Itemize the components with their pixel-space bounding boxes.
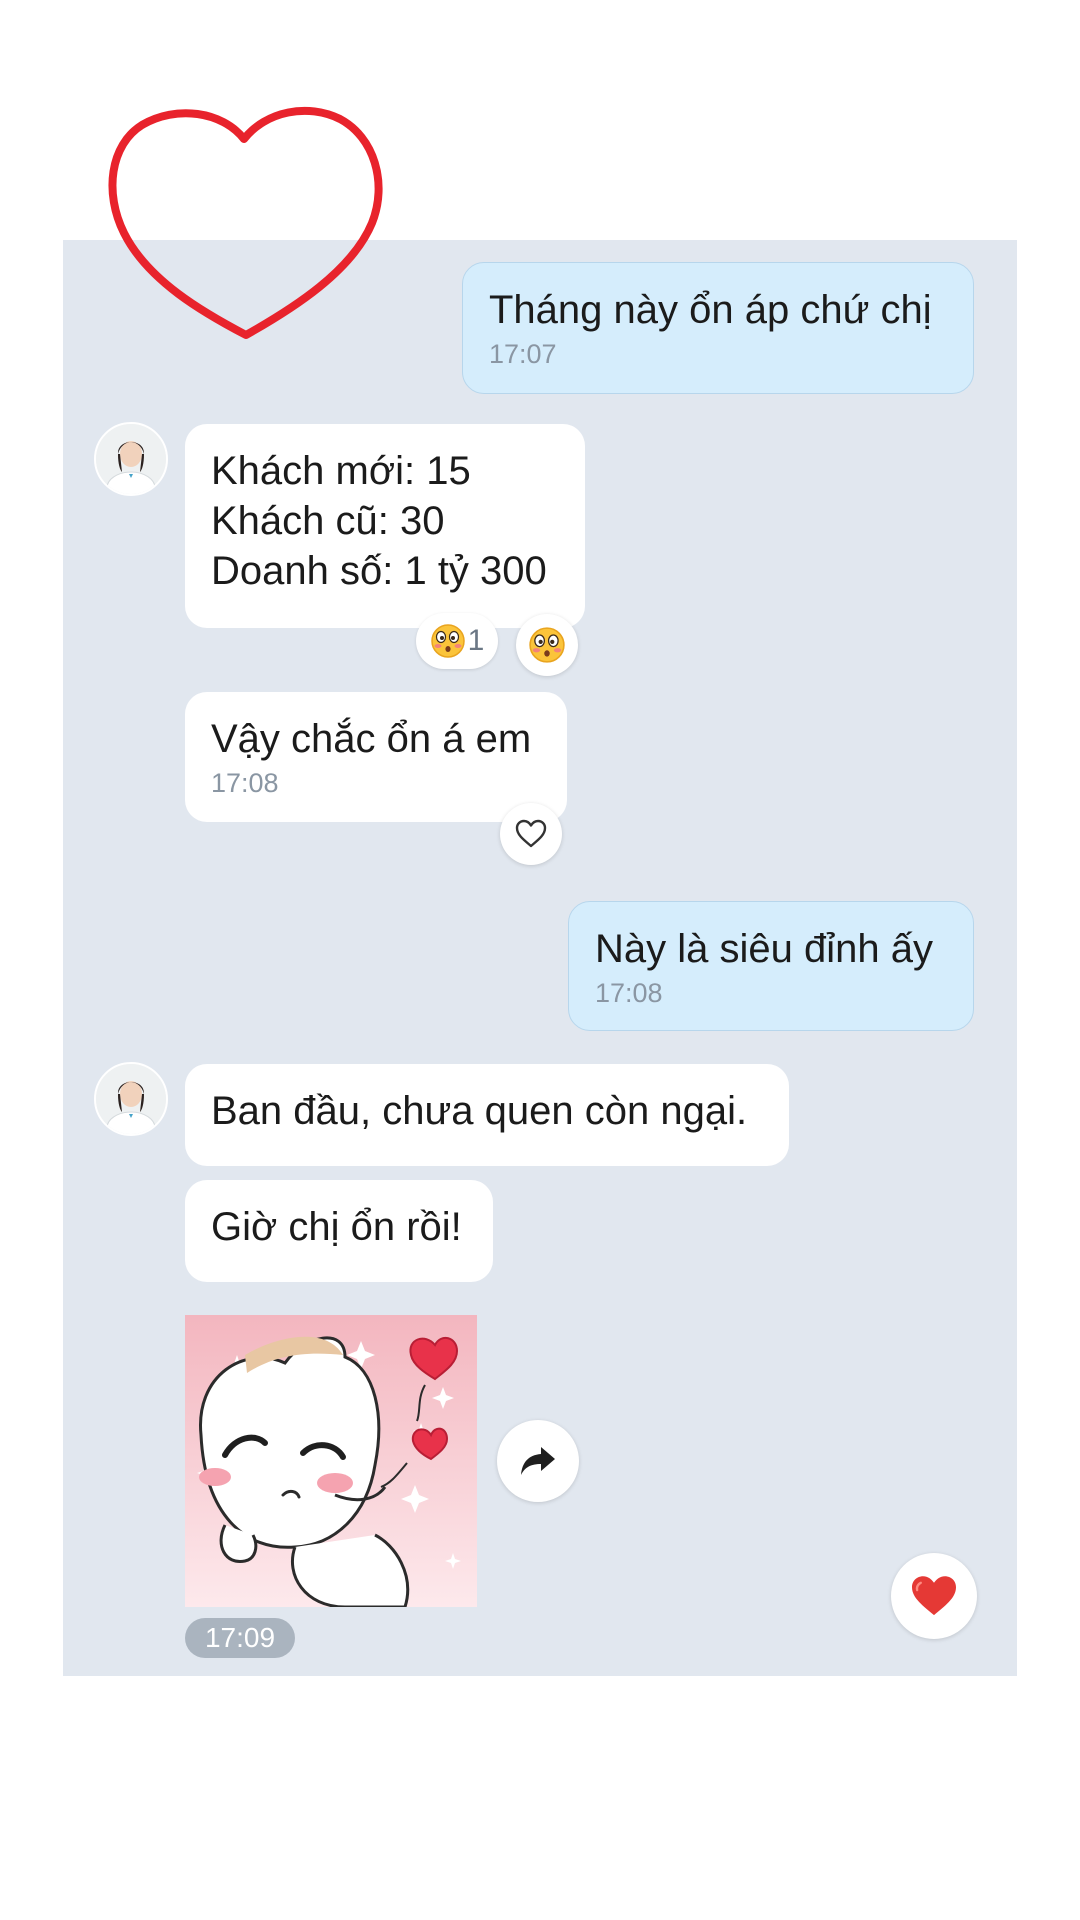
sticker-image[interactable] (185, 1315, 477, 1607)
forward-button[interactable] (497, 1420, 579, 1502)
surprised-blush-emoji-icon (529, 627, 565, 663)
message-text: Này là siêu đỉnh ấy (595, 927, 933, 971)
add-reaction-button[interactable] (516, 614, 578, 676)
reaction-count: 1 (467, 624, 485, 657)
message-text: Khách mới: 15 Khách cũ: 30 Doanh số: 1 t… (211, 449, 547, 593)
heart-outline-icon (515, 819, 547, 848)
avatar-image (96, 424, 166, 494)
avatar[interactable] (94, 1062, 168, 1136)
message-time: 17:08 (211, 768, 279, 798)
avatar[interactable] (94, 422, 168, 496)
incoming-message[interactable]: Khách mới: 15 Khách cũ: 30 Doanh số: 1 t… (185, 424, 585, 628)
message-time: 17:07 (489, 339, 557, 369)
share-arrow-icon (521, 1447, 555, 1475)
message-text: Giờ chị ổn rồi! (211, 1205, 462, 1249)
message-text: Tháng này ổn áp chứ chị (489, 288, 932, 332)
message-text: Vậy chắc ổn á em (211, 717, 532, 761)
react-heart-button[interactable] (500, 803, 562, 865)
red-heart-icon (912, 1576, 956, 1616)
surprised-blush-emoji-icon (430, 624, 465, 658)
incoming-message[interactable]: Vậy chắc ổn á em 17:08 (185, 692, 567, 822)
message-time: 17:08 (595, 978, 663, 1008)
reaction-summary[interactable]: 1 (416, 613, 498, 669)
incoming-message[interactable]: Ban đầu, chưa quen còn ngại. (185, 1064, 789, 1166)
cute-character-sticker (185, 1315, 477, 1607)
message-text: Ban đầu, chưa quen còn ngại. (211, 1089, 748, 1133)
outgoing-message[interactable]: Tháng này ổn áp chứ chị 17:07 (462, 262, 974, 394)
message-time: 17:09 (185, 1618, 295, 1658)
like-heart-button[interactable] (891, 1553, 977, 1639)
heart-outline-annotation-icon (108, 106, 383, 339)
incoming-message[interactable]: Giờ chị ổn rồi! (185, 1180, 493, 1282)
outgoing-message[interactable]: Này là siêu đỉnh ấy 17:08 (568, 901, 974, 1031)
avatar-image (96, 1064, 166, 1134)
